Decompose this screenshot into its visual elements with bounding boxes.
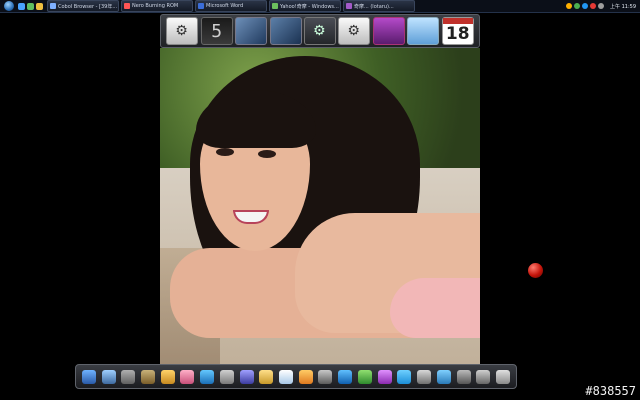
globe-icon[interactable] [436, 369, 451, 384]
app-icon[interactable] [200, 369, 215, 384]
watermark-label: #838557 [585, 384, 636, 398]
gear-widget[interactable]: ⚙ [303, 17, 336, 45]
clock[interactable]: 上午 11:59 [610, 3, 636, 10]
browser-icon[interactable] [338, 369, 353, 384]
cog-icon[interactable] [476, 369, 491, 384]
app-icon [346, 3, 352, 9]
mail-icon[interactable] [279, 369, 294, 384]
ladybug-icon[interactable] [528, 263, 543, 278]
trash-icon[interactable] [495, 369, 510, 384]
system-tray: 上午 11:59 [566, 0, 640, 12]
skype-icon[interactable] [397, 369, 412, 384]
task-buttons: Cobol Browser - [39年... Nero Burning ROM… [47, 0, 415, 12]
messenger-icon[interactable] [377, 369, 392, 384]
gear-icon: ⚙ [347, 23, 360, 39]
digit-clock-widget[interactable]: 5 [200, 17, 233, 45]
search-icon[interactable] [318, 369, 333, 384]
desktop-wallpaper-photo [160, 48, 480, 370]
widget-dock: ⚙ 5 ⚙ ⚙ 18 [160, 14, 480, 48]
task-button[interactable]: Yahoo!奇摩 - Windows... [269, 0, 341, 12]
tray-icon[interactable] [582, 3, 588, 9]
application-dock [75, 364, 517, 389]
windows-taskbar: Cobol Browser - [39年... Nero Burning ROM… [0, 0, 640, 13]
settings-widget-2[interactable]: ⚙ [338, 17, 371, 45]
folder-icon[interactable] [141, 369, 156, 384]
document-icon[interactable] [121, 369, 136, 384]
app-icon [124, 3, 130, 9]
app-icon [50, 3, 56, 9]
gear-icon: ⚙ [312, 23, 326, 39]
tools2-icon[interactable] [417, 369, 432, 384]
photo-widget[interactable] [235, 17, 268, 45]
utility-icon[interactable] [456, 369, 471, 384]
green-app-icon[interactable] [357, 369, 372, 384]
calendar-widget[interactable]: 18 [441, 17, 474, 45]
task-button[interactable]: Microsoft Word [195, 0, 267, 12]
weather-widget[interactable] [407, 17, 440, 45]
calendar-header [442, 18, 473, 24]
task-button[interactable]: Cobol Browser - [39年... [47, 0, 119, 12]
eye [258, 150, 276, 158]
photos-icon[interactable] [259, 369, 274, 384]
flower-icon[interactable] [180, 369, 195, 384]
yahoo-widget[interactable] [372, 17, 405, 45]
folder-icon[interactable] [36, 2, 43, 10]
monitor-icon[interactable] [101, 369, 116, 384]
media-icon[interactable] [160, 369, 175, 384]
tray-icon[interactable] [566, 3, 572, 9]
task-button[interactable]: Nero Burning ROM [121, 0, 193, 12]
task-button[interactable]: 奇摩... (lotaru)... [343, 0, 415, 12]
color-icon[interactable] [298, 369, 313, 384]
desktop-icon[interactable] [18, 2, 25, 10]
settings-icon[interactable] [239, 369, 254, 384]
app-icon [198, 3, 204, 9]
tray-icon[interactable] [574, 3, 580, 9]
eye [216, 148, 234, 156]
finder-icon[interactable] [81, 369, 96, 384]
settings-widget[interactable]: ⚙ [166, 17, 199, 45]
swimsuit [390, 278, 480, 338]
photo-widget-2[interactable] [269, 17, 302, 45]
gear-icon: ⚙ [175, 23, 188, 39]
tray-icon[interactable] [598, 3, 604, 9]
browser-icon[interactable] [27, 2, 34, 10]
start-button[interactable] [4, 1, 14, 11]
tools-icon[interactable] [219, 369, 234, 384]
app-icon [272, 3, 278, 9]
quick-launch [18, 2, 43, 10]
tray-icon[interactable] [590, 3, 596, 9]
